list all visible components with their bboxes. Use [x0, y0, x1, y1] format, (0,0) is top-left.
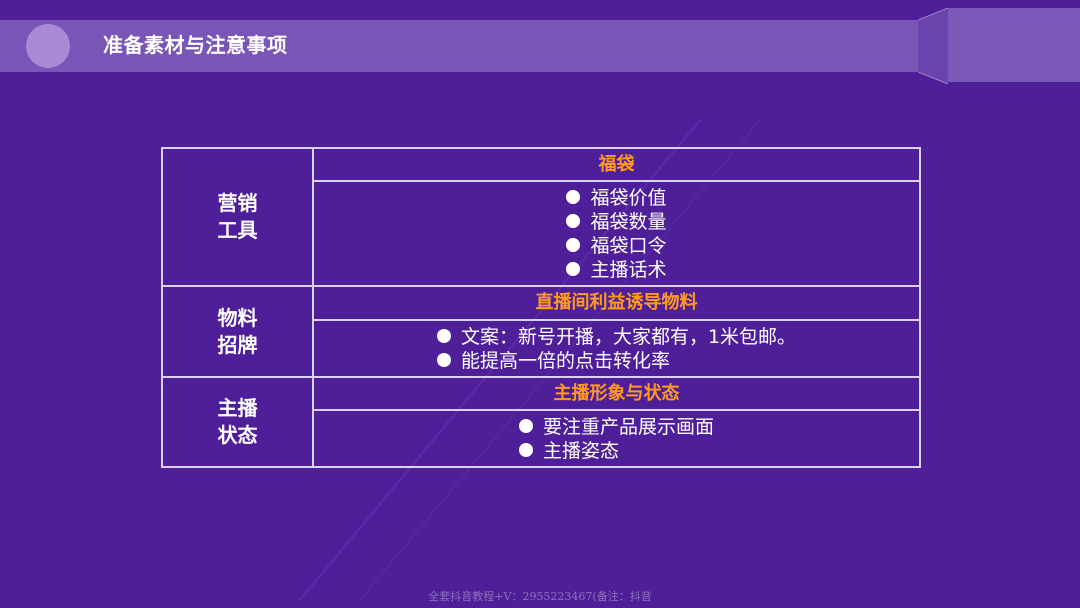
list-item-text: 能提高一倍的点击转化率	[460, 349, 670, 372]
title-band-tail-icon	[918, 8, 949, 84]
category-label: 状态	[217, 423, 258, 447]
category-cell: 主播 状态	[161, 376, 314, 468]
bullet-list: 文案：新号开播，大家都有，1米包邮。 能提高一倍的点击转化率	[436, 325, 797, 373]
category-cell: 营销 工具	[161, 147, 314, 287]
table-row: 营销 工具 福袋	[161, 147, 921, 287]
bullet-icon	[436, 352, 451, 367]
list-item-text: 要注重产品展示画面	[542, 415, 714, 438]
list-item: 文案：新号开播，大家都有，1米包邮。	[436, 325, 797, 349]
list-item: 主播姿态	[518, 439, 714, 463]
section-heading: 直播间利益诱导物料	[312, 285, 921, 321]
category-cell: 物料 招牌	[161, 285, 314, 378]
list-item-text: 主播话术	[590, 258, 667, 281]
bullet-icon	[518, 418, 533, 433]
bullet-icon	[566, 213, 581, 228]
bullet-icon	[566, 261, 581, 276]
bullet-list: 要注重产品展示画面 主播姿态	[518, 415, 714, 463]
materials-table: 营销 工具 福袋 福袋价值 福袋数量 福袋口令 主播话术 物料 招牌 直播间利益…	[161, 147, 921, 468]
bullet-icon	[436, 328, 451, 343]
list-item: 福袋价值	[566, 186, 667, 210]
list-item: 能提高一倍的点击转化率	[436, 349, 796, 373]
title-circle-icon	[26, 24, 70, 68]
section-body: 福袋价值 福袋数量 福袋口令 主播话术	[312, 180, 921, 287]
list-item: 要注重产品展示画面	[518, 415, 714, 439]
list-item-text: 福袋数量	[590, 210, 667, 233]
table-row: 主播 状态 主播形象与状态	[161, 376, 921, 468]
list-item-text: 福袋口令	[590, 234, 667, 257]
list-item-text: 文案：新号开播，大家都有，1米包邮。	[460, 325, 797, 348]
category-label: 物料	[217, 305, 258, 330]
list-item-text: 主播姿态	[542, 439, 619, 462]
section-body: 要注重产品展示画面 主播姿态	[312, 409, 921, 468]
bullet-icon	[566, 237, 581, 252]
section-heading: 福袋	[312, 147, 921, 182]
bullet-list: 福袋价值 福袋数量 福袋口令 主播话术	[566, 186, 667, 282]
list-item: 主播话术	[566, 258, 667, 282]
category-label: 工具	[217, 218, 258, 242]
category-label: 营销	[217, 191, 258, 215]
section-body: 文案：新号开播，大家都有，1米包邮。 能提高一倍的点击转化率	[312, 319, 921, 378]
table-row: 物料 招牌 直播间利益诱导物料	[161, 285, 921, 378]
title-right-block	[948, 8, 1080, 82]
list-item: 福袋口令	[566, 234, 667, 258]
slide: 准备素材与注意事项 营销 工具 福袋 福袋价值 福袋数量 福袋口令 主播话术 物…	[0, 0, 1080, 608]
category-label: 招牌	[217, 332, 258, 357]
page-title: 准备素材与注意事项	[103, 33, 288, 57]
bullet-icon	[566, 189, 581, 204]
category-label: 主播	[217, 396, 258, 420]
section-heading: 主播形象与状态	[312, 376, 921, 411]
list-item: 福袋数量	[566, 210, 667, 234]
bullet-icon	[518, 442, 533, 457]
list-item-text: 福袋价值	[590, 186, 667, 209]
watermark-text: 全套抖音教程+V：2955223467(备注：抖音	[428, 590, 652, 603]
